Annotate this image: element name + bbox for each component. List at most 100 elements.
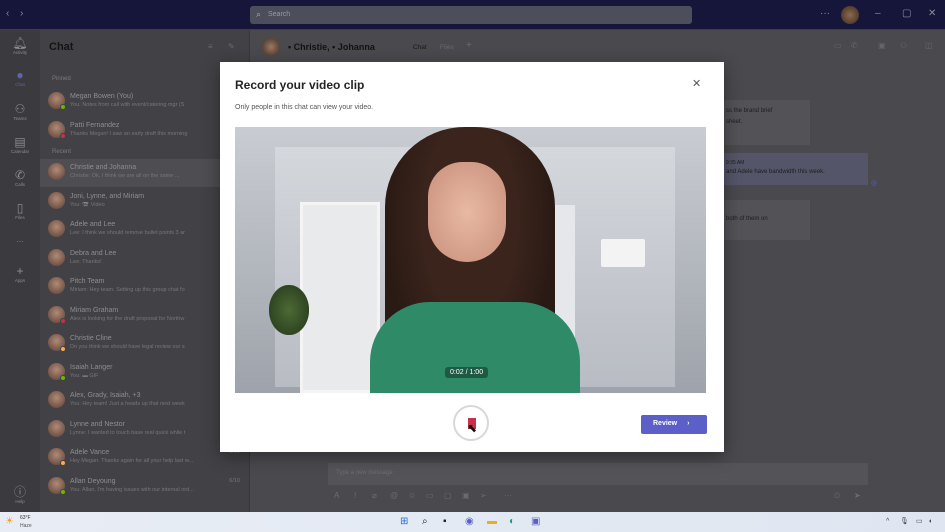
avatar (48, 220, 65, 237)
teams-icon[interactable]: ▣ (531, 516, 540, 528)
chat-list-item[interactable]: Pitch Team Miriam: Hey team. Setting up t… (40, 273, 250, 301)
avatar (48, 277, 65, 294)
close-icon[interactable]: ✕ (692, 77, 701, 90)
chat-participants[interactable]: • Christie, • Johanna (288, 42, 375, 52)
praise-icon[interactable]: ➢ (480, 491, 487, 500)
more-icon: ... (16, 235, 24, 244)
schedule-icon[interactable]: ⏲ (834, 491, 840, 501)
phone-icon: ✆ (14, 168, 26, 182)
chat-preview: Hey Megan. Thanks again for all your hel… (70, 458, 194, 464)
bell-icon: 🔔︎ (12, 36, 28, 50)
more-icon[interactable]: ··· (820, 8, 830, 19)
volume-icon[interactable]: ◖ (928, 516, 932, 528)
chat-list-item[interactable]: Patti Fernandez Thanks Megan! I saw an ea… (40, 117, 250, 145)
avatar (48, 248, 65, 266)
rail-teams[interactable]: ⚇ Teams (0, 102, 40, 121)
network-icon[interactable]: ▭ (916, 516, 923, 528)
cursor-icon: ⬉ (467, 421, 478, 435)
chevron-right-icon: › (687, 420, 690, 427)
add-tab-icon[interactable]: + (466, 40, 472, 51)
edge-icon[interactable]: ◐ (509, 516, 515, 528)
search-icon: ⌕ (256, 9, 262, 19)
loop-icon[interactable]: @ (390, 491, 398, 500)
recent-section-label[interactable]: Recent (52, 149, 71, 155)
tab-files[interactable]: Files (440, 44, 454, 51)
review-button[interactable]: Review › (641, 415, 707, 434)
start-icon[interactable]: ⊞ (400, 516, 408, 528)
chat-name: Isaiah Langer (70, 363, 113, 371)
teams-chat-icon[interactable]: ◉ (465, 516, 474, 528)
presence-status (60, 346, 66, 352)
close-window-icon[interactable]: ✕ (928, 8, 936, 19)
pinned-section-label[interactable]: Pinned (52, 76, 71, 82)
dialog-title: Record your video clip (235, 78, 365, 92)
person-shirt (370, 302, 580, 393)
rail-calls[interactable]: ✆ Calls (0, 168, 40, 187)
format-icon[interactable]: A (334, 491, 339, 500)
chat-list-item[interactable]: Debra and Lee Lee: Thanks! (40, 245, 250, 273)
chat-list-item[interactable]: Alex, Grady, Isaiah, +3 You: Hey team! Ju… (40, 387, 250, 415)
chat-list-item[interactable]: Lynne and Nestor Lynne: I wanted to touch… (40, 416, 250, 444)
avatar (48, 191, 65, 209)
rail-chat[interactable]: ● Chat (0, 68, 40, 87)
chat-preview: You: Allan, I'm having issues with our i… (70, 486, 194, 493)
participants-icon[interactable]: ⚇ (900, 41, 907, 50)
chat-list-item[interactable]: Allan Deyoung You: Allan, I'm having issu… (40, 473, 250, 501)
emoji-icon[interactable]: ☺ (408, 491, 416, 500)
weather-desc[interactable]: Haze (20, 523, 32, 529)
rail-more[interactable]: ... (0, 235, 40, 244)
rail-files[interactable]: ▯ Files (0, 201, 40, 220)
chat-list-item[interactable]: Christie Cline Do you think we should hav… (40, 330, 250, 358)
presence-status (60, 132, 66, 139)
help-icon: ⓘ (13, 485, 26, 499)
video-clip-icon[interactable]: ▣ (462, 491, 470, 500)
chat-list-item[interactable]: Joni, Lynne, and MiriamYou: 🎬 Video2: (40, 188, 250, 216)
attach-icon[interactable]: ⌀ (372, 491, 377, 500)
popout-icon[interactable]: ◫ (925, 41, 933, 50)
record-video-dialog: Record your video clip Only people in th… (220, 62, 724, 452)
tray-chevron-icon[interactable]: ^ (886, 516, 889, 528)
plus-icon: + (16, 264, 24, 278)
message-bubble: ss the brand brief sheet. (720, 100, 810, 145)
compose-input[interactable]: Type a new message (328, 463, 868, 485)
chat-list-item[interactable]: Isaiah Langer You: ▬ GIF (40, 359, 250, 387)
mic-icon[interactable]: 🎙︎ (900, 516, 909, 528)
weather-icon[interactable]: ☀ (5, 516, 14, 527)
tab-chat[interactable]: Chat (413, 44, 427, 51)
share-icon[interactable]: ▣ (878, 41, 886, 50)
send-icon[interactable]: ➤ (854, 491, 861, 500)
gif-icon[interactable]: ▭ (426, 491, 434, 500)
avatar[interactable] (841, 6, 859, 24)
forward-icon[interactable]: › (20, 8, 23, 19)
chat-list-item[interactable]: Adele and Lee Lee: I think we should remo… (40, 216, 250, 244)
message-bubble: 9:35 AM and Adele have bandwidth this wee… (720, 153, 868, 185)
search-icon[interactable]: ⌕ (422, 516, 428, 528)
chat-title[interactable]: Chat (49, 41, 73, 53)
rail-help[interactable]: ⓘ Help (0, 485, 40, 504)
search-input[interactable]: ⌕ Search (250, 6, 692, 24)
sticker-icon[interactable]: ▢ (444, 491, 452, 500)
chat-time: 6/10 (229, 477, 240, 484)
back-icon[interactable]: ‹ (6, 8, 9, 19)
chat-list-item[interactable]: Megan Bowen (You) You: Notes from call wi… (40, 88, 250, 116)
video-call-icon[interactable]: ▭ (834, 41, 842, 50)
file-explorer-icon[interactable]: ▬ (487, 516, 497, 528)
priority-icon[interactable]: ! (354, 491, 356, 500)
weather-temp[interactable]: 63°F (20, 515, 31, 521)
chat-list-item[interactable]: Christie and Johanna Christie: Ok, I thin… (40, 159, 250, 187)
presence-status (60, 317, 66, 324)
filter-icon[interactable]: ≡ (208, 42, 213, 51)
minimize-icon[interactable]: – (875, 8, 881, 19)
task-view-icon[interactable]: ▪ (443, 516, 447, 528)
more-options-icon[interactable]: ··· (504, 491, 512, 500)
new-chat-icon[interactable]: ✎ (228, 42, 235, 51)
maximize-icon[interactable]: ▢ (902, 8, 911, 19)
rail-apps[interactable]: + Apps (0, 264, 40, 283)
rail-calendar[interactable]: ▤ Calendar (0, 135, 40, 154)
rail-activity[interactable]: 🔔︎ Activity (0, 36, 40, 55)
stop-recording-button[interactable]: ⬉ (453, 405, 489, 441)
chat-list-item[interactable]: Miriam Graham Alex is looking for the dra… (40, 302, 250, 330)
app-rail: 🔔︎ Activity ● Chat ⚇ Teams ▤ Calendar ✆ Calls… (0, 30, 40, 512)
phone-icon[interactable]: ✆ (851, 41, 858, 50)
chat-list-item[interactable]: Adele Vance Hey Megan. Thanks again for a… (40, 444, 250, 472)
